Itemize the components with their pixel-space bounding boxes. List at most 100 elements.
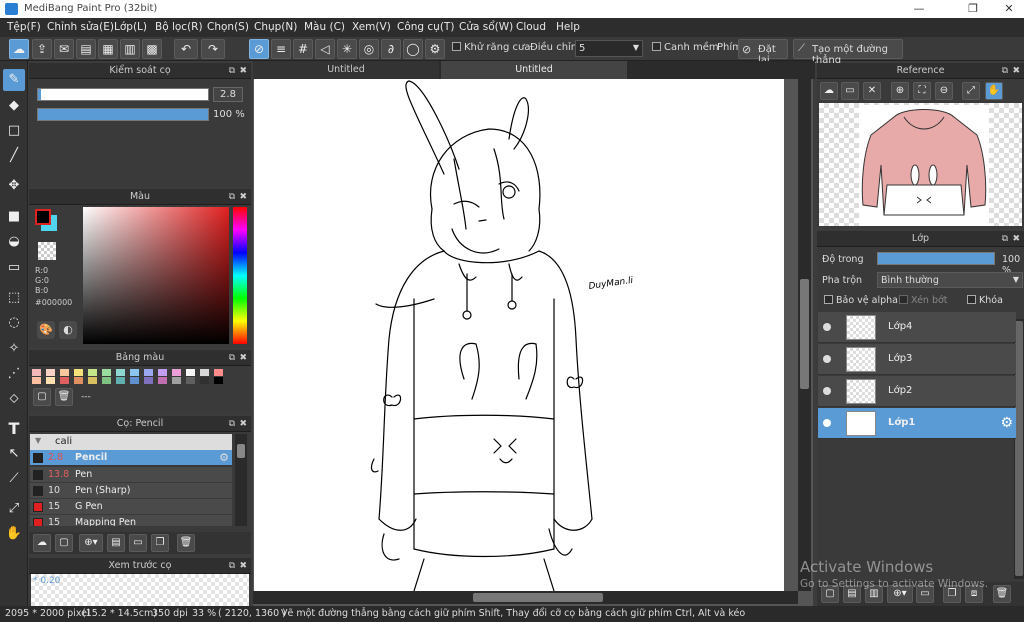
brush-opacity-slider[interactable] bbox=[37, 108, 209, 121]
palette-swatch[interactable] bbox=[102, 377, 111, 384]
grid-icon[interactable]: ▩ bbox=[142, 39, 162, 59]
eyedropper-tool-icon[interactable]: ⤢ bbox=[3, 498, 25, 520]
trash-icon[interactable]: 🗑 bbox=[177, 534, 195, 552]
eyedropper-icon[interactable]: ⤢ bbox=[962, 82, 980, 100]
close-icon[interactable]: ✖ bbox=[239, 189, 247, 205]
clip-toggle[interactable]: Xén bớt bbox=[899, 295, 948, 306]
zoom-in-icon[interactable]: ⊕ bbox=[891, 82, 909, 100]
palette-swatch[interactable] bbox=[186, 377, 195, 384]
move-tool-icon[interactable]: ✥ bbox=[3, 175, 25, 197]
fill-rect-tool-icon[interactable]: ■ bbox=[3, 206, 25, 228]
close-icon[interactable]: ✖ bbox=[1012, 231, 1020, 247]
minimize-button[interactable]: — bbox=[904, 1, 934, 17]
layer-opacity-slider[interactable] bbox=[877, 252, 995, 265]
duplicate-icon[interactable]: ❐ bbox=[151, 534, 169, 552]
grid-snap-icon[interactable]: # bbox=[293, 39, 313, 59]
trash-icon[interactable]: 🗑 bbox=[55, 388, 73, 406]
hand-tool-icon[interactable]: ✋ bbox=[3, 523, 25, 545]
new-brush-icon[interactable]: ▢ bbox=[55, 534, 73, 552]
page-icon[interactable]: ▥ bbox=[120, 39, 140, 59]
palette-swatch[interactable] bbox=[200, 369, 209, 376]
trash-icon[interactable]: 🗑 bbox=[993, 585, 1011, 603]
select-eraser-tool-icon[interactable]: ⬦ bbox=[3, 388, 25, 410]
canvas-hscroll[interactable] bbox=[253, 591, 798, 604]
radial-snap-icon[interactable]: ✳ bbox=[337, 39, 357, 59]
gear-icon[interactable]: ⚙ bbox=[219, 451, 229, 464]
palette-swatch[interactable] bbox=[88, 377, 97, 384]
palette-swatch[interactable] bbox=[158, 369, 167, 376]
popout-icon[interactable]: ⧉ bbox=[229, 63, 235, 79]
tab-untitled-1[interactable]: Untitled bbox=[253, 61, 439, 79]
document-icon[interactable]: ▦ bbox=[98, 39, 118, 59]
brush-item[interactable]: 13.8 Pen bbox=[30, 467, 232, 483]
menu-select[interactable]: Chọn(S) bbox=[207, 21, 249, 33]
canvas-vscroll-thumb[interactable] bbox=[800, 279, 809, 389]
menu-file[interactable]: Tệp(F) bbox=[7, 21, 41, 33]
close-button[interactable]: ✕ bbox=[994, 1, 1024, 17]
palette-swatch[interactable] bbox=[102, 369, 111, 376]
brush-item[interactable]: 2.8 Pencil ⚙ bbox=[30, 450, 232, 466]
menu-filter[interactable]: Bộ lọc(R) bbox=[155, 21, 203, 33]
brush-item[interactable]: 15 G Pen bbox=[30, 499, 232, 515]
collapse-icon[interactable]: ▼ bbox=[35, 436, 41, 445]
brush-settings-icon[interactable]: ▤ bbox=[107, 534, 125, 552]
select-tool-icon[interactable]: ⬚ bbox=[3, 287, 25, 309]
saturation-value-picker[interactable] bbox=[83, 207, 229, 344]
new-line-button[interactable]: ⟋ Tạo một đường thẳng bbox=[793, 39, 903, 66]
text-tool-icon[interactable]: T bbox=[3, 418, 25, 440]
visibility-icon[interactable] bbox=[823, 387, 831, 395]
palette-swatch[interactable] bbox=[116, 377, 125, 384]
palette-swatch[interactable] bbox=[186, 369, 195, 376]
palette-swatch[interactable] bbox=[144, 369, 153, 376]
popout-icon[interactable]: ⧉ bbox=[1002, 63, 1008, 79]
lock-toggle[interactable]: Khóa bbox=[967, 295, 1003, 306]
popout-icon[interactable]: ⧉ bbox=[229, 189, 235, 205]
palette-add-icon[interactable]: ◐ bbox=[59, 321, 77, 339]
drawing-canvas[interactable]: DuyMan.li bbox=[254, 79, 784, 591]
eraser-tool-icon[interactable]: ◆ bbox=[3, 95, 25, 117]
popout-icon[interactable]: ⧉ bbox=[229, 350, 235, 366]
palette-swatch[interactable] bbox=[116, 369, 125, 376]
close-icon[interactable]: ✖ bbox=[1012, 63, 1020, 79]
close-icon[interactable]: ✖ bbox=[239, 350, 247, 366]
visibility-icon[interactable] bbox=[823, 323, 831, 331]
gradient-tool-icon[interactable]: ▭ bbox=[3, 257, 25, 279]
palette-swatch[interactable] bbox=[74, 369, 83, 376]
select-pen-tool-icon[interactable]: ⋰ bbox=[3, 363, 25, 385]
menu-edit[interactable]: Chỉnh sửa(E) bbox=[47, 21, 114, 33]
fit-icon[interactable]: ⛶ bbox=[913, 82, 931, 100]
palette-swatch[interactable] bbox=[46, 369, 55, 376]
palette-swatch[interactable] bbox=[158, 377, 167, 384]
palette-swatch[interactable] bbox=[214, 369, 223, 376]
close-icon[interactable]: ✖ bbox=[239, 558, 247, 574]
snap-off-icon[interactable]: ⊘ bbox=[249, 39, 269, 59]
parallel-snap-icon[interactable]: ≡ bbox=[271, 39, 291, 59]
menu-tools[interactable]: Công cụ(T) bbox=[397, 21, 454, 33]
reference-image-area[interactable] bbox=[819, 103, 1022, 226]
close-icon[interactable]: ✖ bbox=[239, 63, 247, 79]
blend-mode-select[interactable]: Bình thường ▼ bbox=[877, 272, 1023, 288]
palette-swatch[interactable] bbox=[32, 377, 41, 384]
gear-icon[interactable]: ⚙ bbox=[1000, 415, 1013, 431]
palette-swatch[interactable] bbox=[144, 377, 153, 384]
comment-icon[interactable]: ✉ bbox=[54, 39, 74, 59]
scroll-thumb[interactable] bbox=[237, 444, 245, 458]
close-reference-icon[interactable]: ✕ bbox=[863, 82, 881, 100]
cloud-icon[interactable]: ☁ bbox=[9, 39, 29, 59]
reset-button[interactable]: ⊘ Đặt lại bbox=[738, 39, 788, 66]
scroll-thumb[interactable] bbox=[1015, 321, 1023, 576]
brush-size-value[interactable]: 2.8 bbox=[213, 87, 243, 102]
popout-icon[interactable]: ⧉ bbox=[1002, 231, 1008, 247]
layer-row[interactable]: Lớp3 bbox=[818, 344, 1016, 375]
palette-swatch[interactable] bbox=[46, 377, 55, 384]
palette-swatch[interactable] bbox=[200, 377, 209, 384]
hue-slider[interactable] bbox=[233, 207, 247, 344]
snap-checkbox[interactable] bbox=[652, 42, 661, 51]
palette-swatch[interactable] bbox=[32, 369, 41, 376]
antialias-checkbox[interactable] bbox=[452, 42, 461, 51]
palette-swatch[interactable] bbox=[60, 377, 69, 384]
close-icon[interactable]: ✖ bbox=[239, 416, 247, 432]
brush-item[interactable]: 15 Mapping Pen bbox=[30, 515, 232, 527]
visibility-icon[interactable] bbox=[823, 419, 831, 427]
new-palette-icon[interactable]: ▢ bbox=[33, 388, 51, 406]
